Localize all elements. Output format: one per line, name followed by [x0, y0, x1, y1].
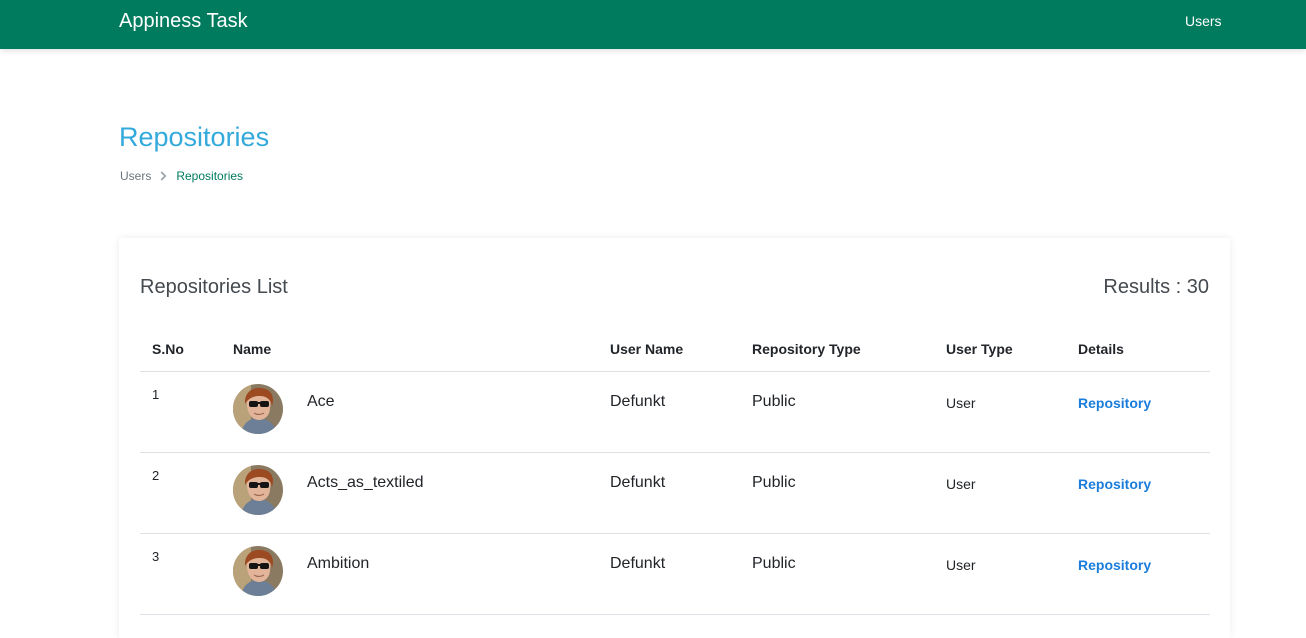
table-row: 1 Ace Defunkt Public User Repository — [119, 372, 1230, 453]
avatar — [233, 384, 283, 434]
repository-name: Ace — [307, 393, 335, 410]
user-name: Defunkt — [610, 474, 666, 491]
repository-name: Ambition — [307, 555, 370, 572]
repository-name: Acts_as_textiled — [307, 474, 424, 491]
results-count: Results : 30 — [1103, 276, 1209, 298]
breadcrumb-users-link[interactable]: Users — [120, 169, 151, 183]
brand-link[interactable]: Appiness Task — [119, 10, 248, 32]
breadcrumb: Users Repositories — [120, 169, 243, 183]
row-sno: 1 — [152, 387, 160, 402]
repository-type: Public — [752, 474, 796, 491]
table-row: 2 Acts_as_textiled Defunkt Public User R… — [119, 453, 1230, 534]
user-type: User — [946, 476, 976, 492]
column-header-user-type: User Type — [946, 341, 1013, 357]
nav-users-link[interactable]: Users — [1185, 13, 1222, 29]
repository-details-link[interactable]: Repository — [1078, 476, 1151, 492]
card-title: Repositories List — [140, 276, 288, 298]
column-header-sno: S.No — [152, 341, 184, 357]
column-header-repository-type: Repository Type — [752, 341, 861, 357]
repositories-card: Repositories List Results : 30 S.No Name… — [119, 238, 1230, 638]
user-name: Defunkt — [610, 555, 666, 572]
row-sno: 2 — [152, 468, 160, 483]
table-row: 3 Ambition Defunkt Public User Repositor… — [119, 534, 1230, 615]
column-header-details: Details — [1078, 341, 1124, 357]
repository-details-link[interactable]: Repository — [1078, 395, 1151, 411]
repository-details-link[interactable]: Repository — [1078, 557, 1151, 573]
avatar — [233, 546, 283, 596]
top-navbar: Appiness Task Users — [0, 0, 1306, 49]
repository-type: Public — [752, 555, 796, 572]
column-header-name: Name — [233, 341, 272, 357]
breadcrumb-current: Repositories — [176, 169, 244, 183]
column-header-user-name: User Name — [610, 341, 684, 357]
row-sno: 3 — [152, 549, 160, 564]
page-title: Repositories — [119, 122, 270, 152]
user-type: User — [946, 557, 976, 573]
user-type: User — [946, 395, 976, 411]
avatar — [233, 465, 283, 515]
repository-type: Public — [752, 393, 796, 410]
row-divider — [140, 614, 1210, 615]
chevron-right-icon — [160, 171, 167, 181]
user-name: Defunkt — [610, 393, 666, 410]
